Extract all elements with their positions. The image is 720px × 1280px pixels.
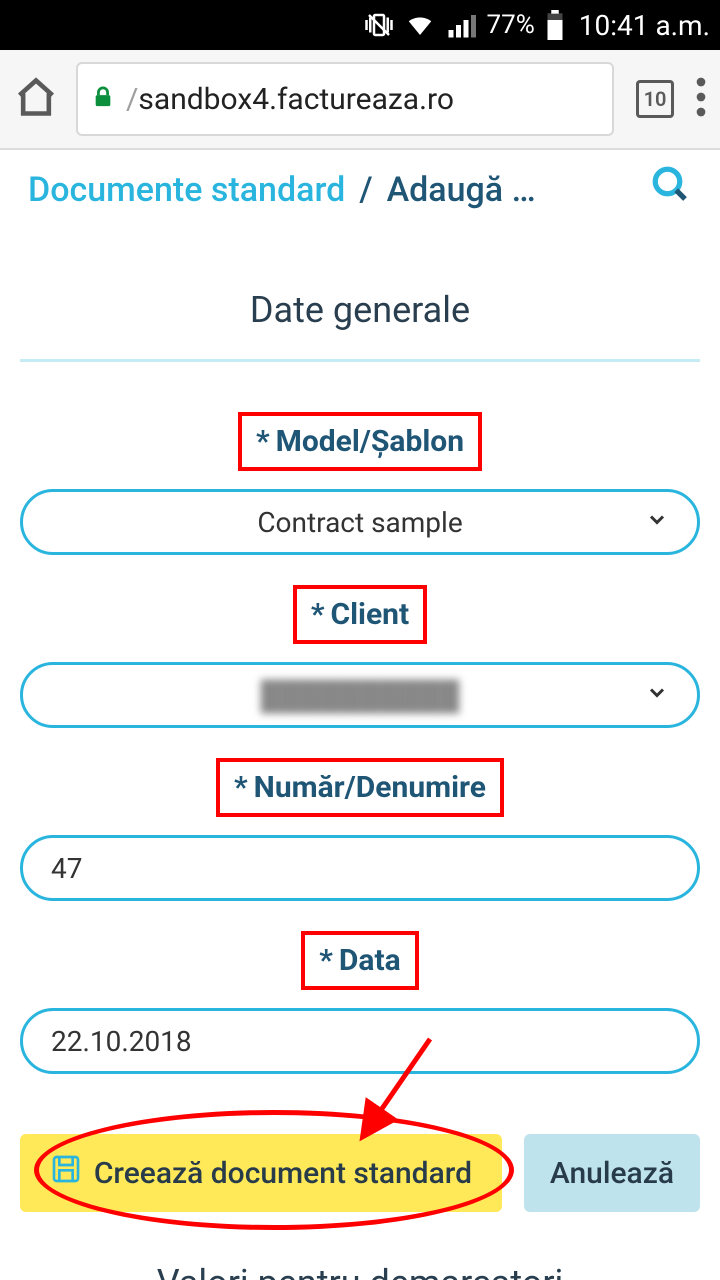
tab-count: 10: [644, 87, 667, 111]
search-icon[interactable]: [650, 164, 692, 215]
battery-icon: [545, 10, 565, 40]
chevron-down-icon: [645, 506, 669, 539]
section-date-generale: Date generale: [20, 289, 700, 331]
address-bar[interactable]: /sandbox4.factureaza.ro: [76, 62, 614, 136]
save-icon: [50, 1153, 82, 1193]
label-date: *Data: [301, 931, 418, 990]
vibrate-icon: [364, 10, 394, 40]
number-input[interactable]: 47: [20, 835, 700, 901]
number-input-value: 47: [51, 852, 82, 885]
cancel-button[interactable]: Anulează: [524, 1134, 700, 1212]
label-number: *Număr/Denumire: [216, 758, 504, 817]
home-icon[interactable]: [14, 75, 58, 123]
action-buttons-row: Creează document standard Anulează: [20, 1134, 700, 1212]
section-divider: [20, 359, 700, 362]
breadcrumb-root[interactable]: Documente standard: [28, 170, 345, 210]
url-text: /sandbox4.factureaza.ro: [126, 82, 454, 117]
model-select-value: Contract sample: [257, 506, 462, 539]
clock: 10:41 a.m.: [579, 9, 710, 42]
wifi-icon: [404, 10, 436, 40]
page-content: Documente standard / Adaugă … Date gener…: [0, 150, 720, 1280]
breadcrumb-current: Adaugă …: [387, 170, 536, 210]
model-select[interactable]: Contract sample: [20, 489, 700, 555]
cancel-button-label: Anulează: [550, 1156, 674, 1191]
create-document-button[interactable]: Creează document standard: [20, 1134, 502, 1212]
client-select[interactable]: ██████████: [20, 662, 700, 728]
date-input-value: 22.10.2018: [51, 1025, 192, 1058]
breadcrumb-separator: /: [359, 170, 372, 210]
client-select-value: ██████████: [261, 679, 459, 712]
battery-percent: 77%: [486, 10, 534, 40]
browser-toolbar: /sandbox4.factureaza.ro 10: [0, 50, 720, 150]
label-model: *Model/Șablon: [238, 412, 482, 471]
tabs-button[interactable]: 10: [632, 76, 678, 122]
signal-icon: [446, 10, 476, 40]
label-client: *Client: [293, 585, 427, 644]
overflow-menu-icon[interactable]: [696, 77, 706, 121]
breadcrumb: Documente standard / Adaugă …: [20, 150, 700, 241]
date-input[interactable]: 22.10.2018: [20, 1008, 700, 1074]
section-valori-demarcatori: Valori pentru demarcatori: [20, 1262, 700, 1280]
lock-icon: [92, 83, 114, 115]
chevron-down-icon: [645, 679, 669, 712]
android-status-bar: 77% 10:41 a.m.: [0, 0, 720, 50]
create-button-label: Creează document standard: [94, 1156, 472, 1191]
